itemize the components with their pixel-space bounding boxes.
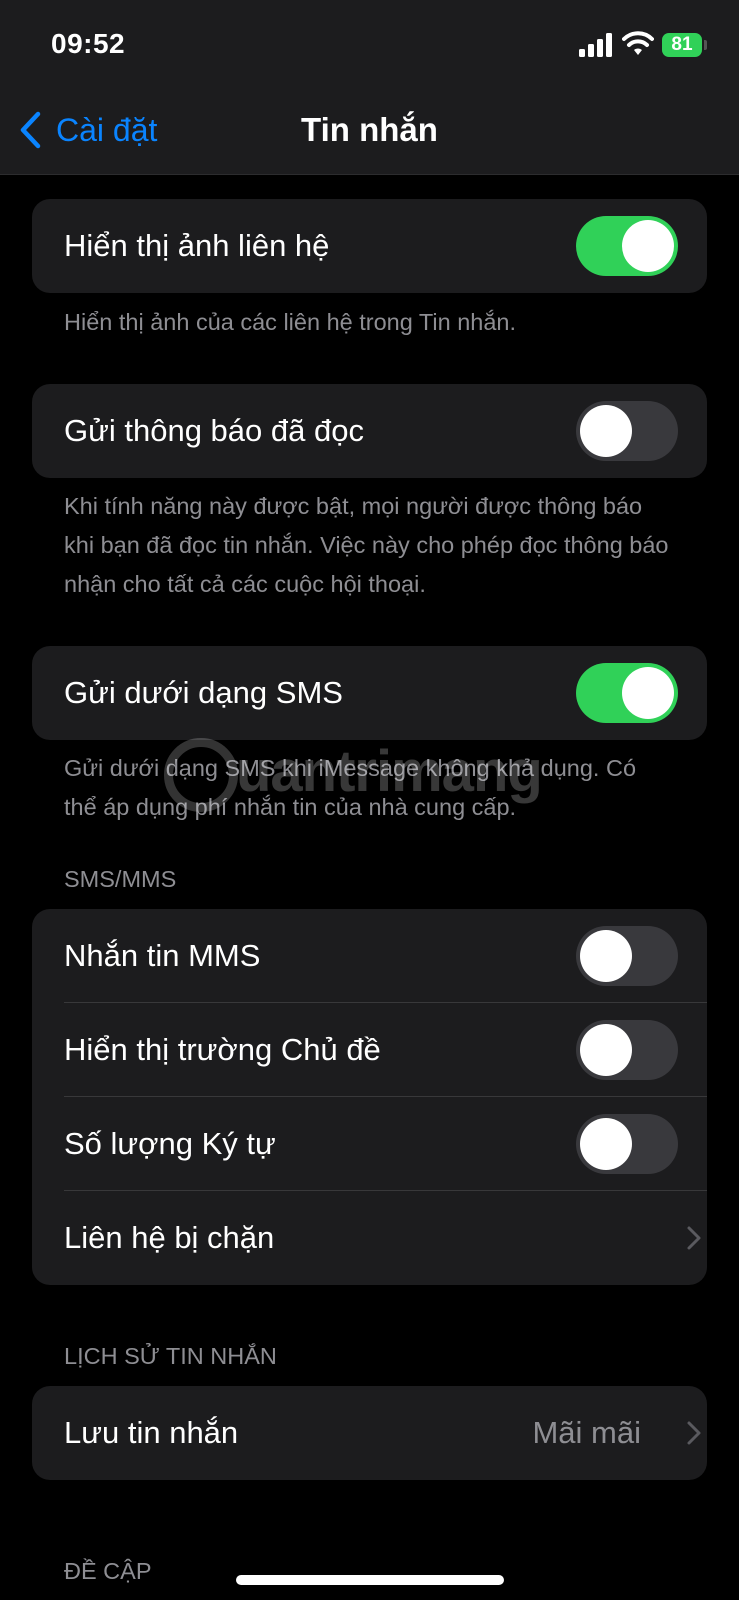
toggle-knob (580, 930, 632, 982)
send-as-sms-row[interactable]: Gửi dưới dạng SMS (32, 646, 707, 740)
chevron-right-icon (687, 1226, 701, 1250)
show-subject-field-toggle[interactable] (576, 1020, 678, 1080)
contact-photos-group: Hiển thị ảnh liên hệ (32, 199, 707, 293)
chevron-right-icon (687, 1421, 701, 1445)
toggle-knob (622, 220, 674, 272)
toggle-knob (580, 1118, 632, 1170)
blocked-contacts-row[interactable]: Liên hệ bị chặn (32, 1191, 707, 1285)
character-count-row[interactable]: Số lượng Ký tự (32, 1097, 707, 1191)
battery-level: 81 (671, 34, 693, 55)
keep-messages-label: Lưu tin nhắn (64, 1415, 239, 1450)
battery-cap (704, 40, 707, 50)
send-as-sms-toggle[interactable] (576, 663, 678, 723)
wifi-icon (622, 31, 654, 55)
watermark-logo-icon (164, 738, 238, 812)
send-as-sms-label: Gửi dưới dạng SMS (64, 675, 343, 710)
cellular-signal-icon (579, 33, 612, 57)
toggle-knob (580, 405, 632, 457)
sms-mms-group: Nhắn tin MMS Hiển thị trường Chủ đề Số l… (32, 909, 707, 1285)
status-time: 09:52 (51, 28, 126, 59)
watermark-text: uantrimang (236, 739, 543, 804)
blocked-contacts-label: Liên hệ bị chặn (64, 1220, 275, 1255)
contact-photos-toggle[interactable] (576, 216, 678, 276)
sms-mms-section-header: SMS/MMS (64, 866, 177, 892)
character-count-toggle[interactable] (576, 1114, 678, 1174)
show-subject-field-row[interactable]: Hiển thị trường Chủ đề (32, 1003, 707, 1097)
read-receipts-footer: Khi tính năng này được bật, mọi người đư… (64, 493, 669, 597)
read-receipts-label: Gửi thông báo đã đọc (64, 413, 364, 448)
show-subject-field-label: Hiển thị trường Chủ đề (64, 1032, 381, 1067)
character-count-label: Số lượng Ký tự (64, 1126, 276, 1161)
keep-messages-value: Mãi mãi (532, 1415, 641, 1450)
toggle-knob (622, 667, 674, 719)
send-as-sms-group: Gửi dưới dạng SMS (32, 646, 707, 740)
mentions-section-header: ĐỀ CẬP (64, 1558, 152, 1584)
home-indicator[interactable] (236, 1575, 504, 1585)
mms-messaging-label: Nhắn tin MMS (64, 938, 261, 973)
page-title: Tin nhắn (301, 111, 438, 148)
battery-icon: 81 (662, 33, 702, 57)
read-receipts-toggle[interactable] (576, 401, 678, 461)
mms-messaging-row[interactable]: Nhắn tin MMS (32, 909, 707, 1003)
contact-photos-row[interactable]: Hiển thị ảnh liên hệ (32, 199, 707, 293)
message-history-section-header: LỊCH SỬ TIN NHẮN (64, 1343, 277, 1369)
contact-photos-label: Hiển thị ảnh liên hệ (64, 228, 330, 263)
mms-messaging-toggle[interactable] (576, 926, 678, 986)
read-receipts-row[interactable]: Gửi thông báo đã đọc (32, 384, 707, 478)
contact-photos-footer: Hiển thị ảnh của các liên hệ trong Tin n… (64, 309, 517, 335)
read-receipts-group: Gửi thông báo đã đọc (32, 384, 707, 478)
message-history-group: Lưu tin nhắn Mãi mãi (32, 1386, 707, 1480)
keep-messages-row[interactable]: Lưu tin nhắn Mãi mãi (32, 1386, 707, 1480)
toggle-knob (580, 1024, 632, 1076)
navigation-header: 09:52 81 Cài đặt Tin nhắn (0, 0, 739, 175)
